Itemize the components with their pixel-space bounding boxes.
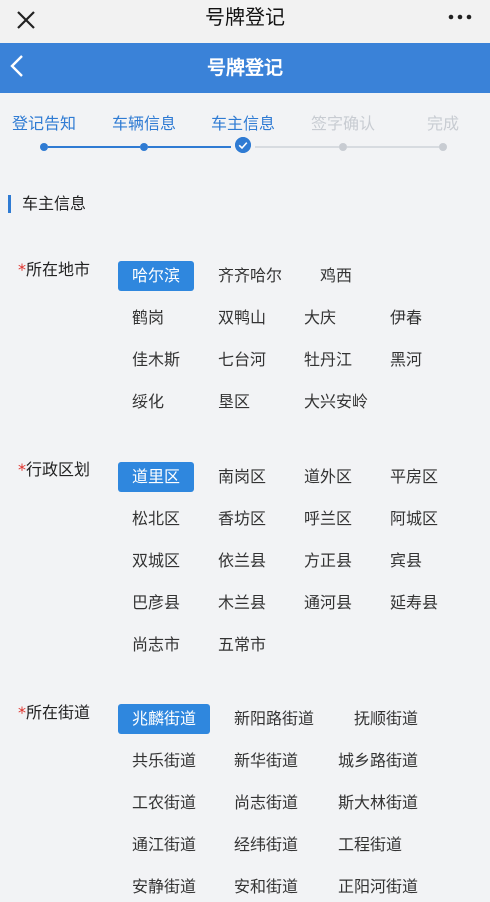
step-label-done: 完成 bbox=[426, 114, 460, 133]
street-option[interactable]: 新阳路街道 bbox=[220, 704, 328, 734]
street-option[interactable]: 城乡路街道 bbox=[324, 746, 432, 776]
district-option[interactable]: 依兰县 bbox=[204, 546, 280, 576]
city-label: *所在地市 bbox=[18, 259, 90, 281]
street-option[interactable]: 共乐街道 bbox=[118, 746, 210, 776]
street-option[interactable]: 通江街道 bbox=[118, 830, 210, 860]
city-option[interactable]: 绥化 bbox=[118, 387, 178, 417]
district-option[interactable]: 方正县 bbox=[290, 546, 366, 576]
city-option[interactable]: 大兴安岭 bbox=[290, 387, 382, 417]
required-mark: * bbox=[18, 460, 26, 479]
step-label-signature: 签字确认 bbox=[310, 114, 376, 133]
street-option-zhaolin[interactable]: 兆麟街道 bbox=[118, 704, 211, 734]
step-label-vehicle: 车辆信息 bbox=[111, 114, 177, 133]
city-option[interactable]: 黑河 bbox=[376, 345, 436, 375]
step-connector bbox=[255, 146, 339, 148]
district-option[interactable]: 平房区 bbox=[376, 462, 452, 492]
district-option[interactable]: 宾县 bbox=[376, 546, 436, 576]
step-dot bbox=[40, 143, 48, 151]
more-icon[interactable] bbox=[446, 7, 476, 27]
city-option-harbin[interactable]: 哈尔滨 bbox=[118, 261, 195, 291]
district-label: *行政区划 bbox=[18, 459, 90, 481]
district-option[interactable]: 松北区 bbox=[118, 504, 194, 534]
city-option[interactable]: 垦区 bbox=[204, 387, 264, 417]
district-option[interactable]: 南岗区 bbox=[204, 462, 280, 492]
district-option[interactable]: 香坊区 bbox=[204, 504, 280, 534]
district-option[interactable]: 双城区 bbox=[118, 546, 194, 576]
step-connector bbox=[347, 146, 439, 148]
street-option[interactable]: 安和街道 bbox=[220, 872, 312, 902]
step-dot bbox=[439, 143, 447, 151]
street-option[interactable]: 尚志街道 bbox=[220, 788, 312, 818]
step-connector bbox=[48, 146, 140, 148]
section-title: 车主信息 bbox=[22, 194, 87, 213]
street-option[interactable]: 工农街道 bbox=[118, 788, 210, 818]
street-option[interactable]: 工程街道 bbox=[324, 830, 416, 860]
district-option[interactable]: 通河县 bbox=[290, 588, 366, 618]
city-option[interactable]: 牡丹江 bbox=[290, 345, 366, 375]
street-option[interactable]: 斯大林街道 bbox=[324, 788, 432, 818]
city-option[interactable]: 鹤岗 bbox=[118, 303, 178, 333]
district-option[interactable]: 五常市 bbox=[204, 630, 280, 660]
step-dot bbox=[339, 143, 347, 151]
section-accent-bar bbox=[8, 195, 11, 213]
step-dot bbox=[140, 143, 148, 151]
step-label-notice: 登记告知 bbox=[11, 114, 77, 133]
street-option[interactable]: 安静街道 bbox=[118, 872, 210, 902]
street-option[interactable]: 新华街道 bbox=[220, 746, 312, 776]
check-icon bbox=[235, 137, 251, 153]
window-title: 号牌登记 bbox=[205, 5, 285, 29]
required-mark: * bbox=[18, 260, 26, 279]
page-header: 号牌登记 bbox=[0, 43, 490, 93]
city-option[interactable]: 伊春 bbox=[376, 303, 436, 333]
street-option[interactable]: 正阳河街道 bbox=[324, 872, 432, 902]
district-option-daoli[interactable]: 道里区 bbox=[118, 462, 195, 492]
city-option[interactable]: 七台河 bbox=[204, 345, 280, 375]
district-option[interactable]: 道外区 bbox=[290, 462, 366, 492]
progress-stepper: 登记告知 车辆信息 车主信息 签字确认 完成 bbox=[0, 93, 490, 173]
section-header: 车主信息 bbox=[0, 193, 490, 217]
street-label-text: 所在街道 bbox=[26, 703, 91, 722]
street-option[interactable]: 抚顺街道 bbox=[340, 704, 432, 734]
page-title: 号牌登记 bbox=[206, 57, 283, 79]
city-option[interactable]: 双鸭山 bbox=[204, 303, 280, 333]
district-option[interactable]: 呼兰区 bbox=[290, 504, 366, 534]
district-option[interactable]: 尚志市 bbox=[118, 630, 194, 660]
district-option[interactable]: 延寿县 bbox=[376, 588, 452, 618]
city-option[interactable]: 佳木斯 bbox=[118, 345, 194, 375]
district-label-text: 行政区划 bbox=[26, 460, 91, 479]
city-option[interactable]: 齐齐哈尔 bbox=[204, 261, 296, 291]
window-title-bar: 号牌登记 bbox=[0, 0, 490, 43]
district-option[interactable]: 阿城区 bbox=[376, 504, 452, 534]
city-option[interactable]: 大庆 bbox=[290, 303, 350, 333]
step-connector bbox=[148, 146, 231, 148]
city-option[interactable]: 鸡西 bbox=[306, 261, 366, 291]
street-label: *所在街道 bbox=[18, 702, 90, 724]
step-label-owner: 车主信息 bbox=[210, 114, 276, 133]
district-option[interactable]: 木兰县 bbox=[204, 588, 280, 618]
district-option[interactable]: 巴彦县 bbox=[118, 588, 194, 618]
required-mark: * bbox=[18, 703, 26, 722]
city-label-text: 所在地市 bbox=[26, 260, 91, 279]
street-option[interactable]: 经纬街道 bbox=[220, 830, 312, 860]
